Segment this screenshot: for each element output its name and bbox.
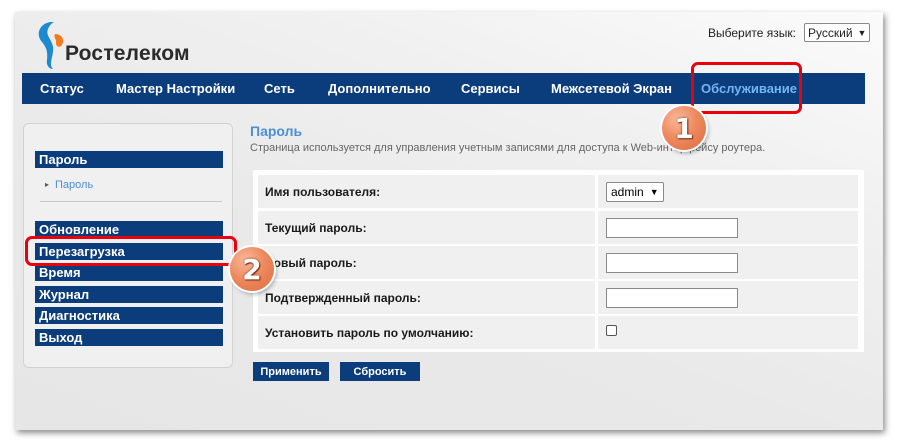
form-row-username: Имя пользователя: admin ▼	[258, 175, 858, 208]
current-password-label: Текущий пароль:	[258, 211, 595, 244]
reset-button[interactable]: Сбросить	[340, 362, 420, 381]
username-select[interactable]: admin ▼	[606, 181, 664, 202]
apply-button[interactable]: Применить	[253, 362, 329, 381]
sidebar-item-log[interactable]: Журнал	[35, 286, 223, 303]
sidebar-divider	[40, 201, 222, 202]
default-password-checkbox[interactable]	[606, 325, 617, 336]
step-marker-2: 2	[230, 247, 274, 291]
language-select[interactable]: Русский ▼	[804, 23, 871, 42]
logo-text: Ростелеком	[65, 42, 190, 65]
form-row-default-password: Установить пароль по умолчанию:	[258, 316, 858, 349]
nav-item-advanced[interactable]: Дополнительно	[328, 81, 431, 96]
language-selector: Выберите язык: Русский ▼	[708, 23, 871, 42]
router-window: Ростелеком Выберите язык: Русский ▼ Стат…	[15, 12, 883, 430]
username-value: admin	[611, 184, 644, 199]
sidebar-section-password[interactable]: Пароль	[35, 151, 223, 168]
bullet-icon: ▸	[45, 180, 50, 189]
confirm-password-input[interactable]	[606, 287, 738, 308]
sidebar-item-time[interactable]: Время	[35, 264, 223, 281]
default-password-label: Установить пароль по умолчанию:	[258, 316, 595, 349]
language-label: Выберите язык:	[708, 25, 796, 40]
password-form: Имя пользователя: admin ▼ Текущий пароль…	[253, 170, 864, 352]
nav-item-wizard[interactable]: Мастер Настройки	[116, 81, 235, 96]
current-password-input[interactable]	[606, 217, 738, 238]
step-marker-1: 1	[662, 106, 706, 150]
logo-icon	[38, 22, 64, 69]
form-row-confirm-password: Подтвержденный пароль:	[258, 281, 858, 314]
chevron-down-icon: ▼	[857, 27, 867, 38]
form-row-new-password: Новый пароль:	[258, 246, 858, 279]
sidebar-item-diagnostics[interactable]: Диагностика	[35, 307, 223, 324]
new-password-label: Новый пароль:	[258, 246, 595, 279]
nav-item-firewall[interactable]: Межсетевой Экран	[551, 81, 672, 96]
highlight-reboot	[25, 236, 237, 266]
nav-item-services[interactable]: Сервисы	[461, 81, 520, 96]
chevron-down-icon: ▼	[649, 186, 659, 197]
username-label: Имя пользователя:	[258, 175, 595, 208]
sidebar-subitem-label: Пароль	[55, 179, 94, 191]
form-row-current-password: Текущий пароль:	[258, 211, 858, 244]
language-value: Русский	[808, 25, 853, 40]
nav-item-network[interactable]: Сеть	[264, 81, 295, 96]
highlight-maintenance	[691, 62, 802, 114]
nav-item-status[interactable]: Статус	[40, 81, 84, 96]
new-password-input[interactable]	[606, 252, 738, 273]
sidebar-subitem-password[interactable]: ▸ Пароль	[45, 179, 93, 191]
page-title: Пароль	[250, 123, 303, 139]
sidebar-item-logout[interactable]: Выход	[35, 329, 223, 346]
confirm-password-label: Подтвержденный пароль:	[258, 281, 595, 314]
